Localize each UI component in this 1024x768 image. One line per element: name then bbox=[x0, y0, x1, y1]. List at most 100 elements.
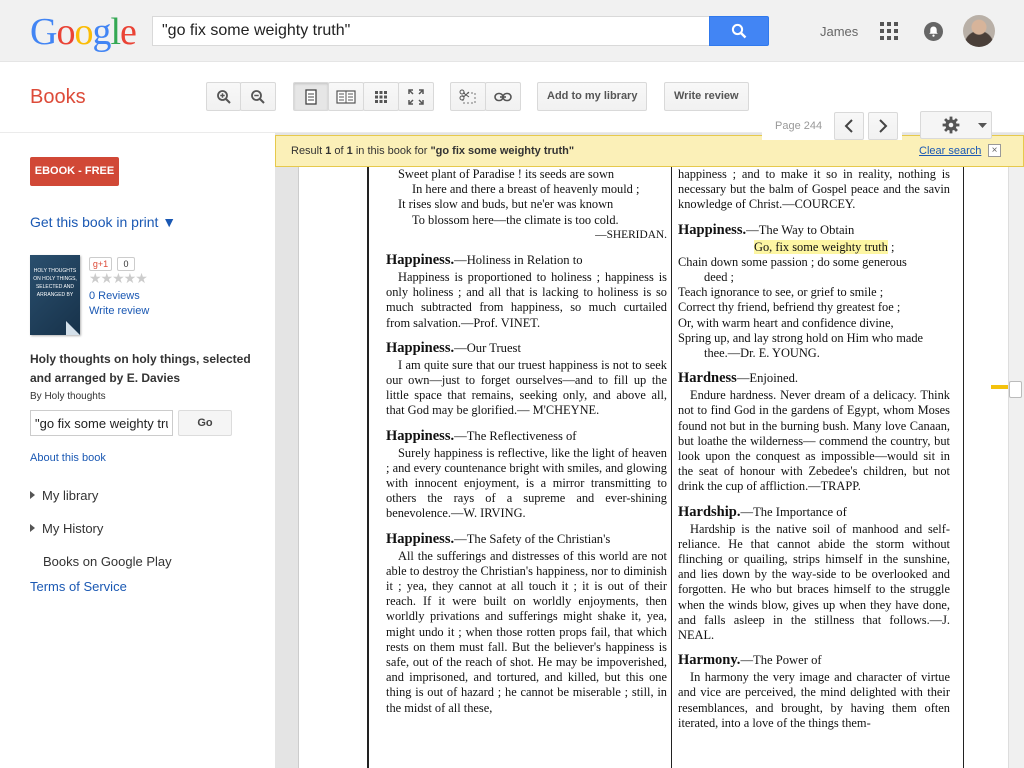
logo-letter: o bbox=[74, 11, 93, 53]
verse-line: Correct thy friend, befriend thy greates… bbox=[678, 300, 901, 315]
entry-subtitle: —The Reflectiveness of bbox=[454, 428, 577, 443]
entry-subtitle: —The Importance of bbox=[740, 504, 847, 519]
add-to-library-button[interactable]: Add to my library bbox=[537, 82, 648, 111]
rating-stars[interactable]: ★★★★★ bbox=[89, 270, 148, 287]
entry-keyword: Happiness. bbox=[386, 339, 455, 356]
cover-page-curl bbox=[66, 321, 80, 335]
verse-line: Go, fix some weighty truth ; bbox=[678, 239, 950, 255]
ebook-free-button[interactable]: EBOOK - FREE bbox=[30, 157, 119, 186]
chevron-right-icon bbox=[879, 119, 888, 133]
logo-letter: o bbox=[56, 11, 75, 53]
google-plus-one-button[interactable]: g+1 bbox=[89, 257, 112, 271]
entry-heading: Happiness.—The Safety of the Christian's bbox=[386, 530, 667, 549]
entry-paragraph: I am quite sure that our truest happines… bbox=[386, 357, 667, 418]
entry-heading: Happiness.—The Way to Obtain bbox=[678, 221, 950, 240]
result-middle: in this book for bbox=[352, 145, 431, 157]
search-in-book-input[interactable] bbox=[30, 410, 173, 436]
cover-text: HOLY THOUGHTS ON HOLY THINGS, SELECTED A… bbox=[33, 268, 77, 298]
entry-paragraph: All the sufferings and distresses of thi… bbox=[386, 548, 667, 715]
terms-of-service-link[interactable]: Terms of Service bbox=[30, 579, 127, 594]
two-page-view-button[interactable] bbox=[328, 82, 364, 111]
write-review-link[interactable]: Write review bbox=[89, 305, 149, 317]
next-page-button[interactable] bbox=[868, 112, 898, 140]
expand-arrow-icon bbox=[30, 491, 35, 499]
entry-keyword: Hardness bbox=[678, 370, 737, 387]
get-book-in-print-link[interactable]: Get this book in print ▼ bbox=[30, 214, 176, 230]
about-this-book-link[interactable]: About this book bbox=[30, 452, 106, 464]
page-rule-right bbox=[963, 167, 964, 768]
result-text: Result 1 of 1 in this book for "go fix s… bbox=[291, 145, 574, 157]
fullscreen-button[interactable] bbox=[398, 82, 434, 111]
sidebar-item-label: My library bbox=[42, 488, 99, 503]
single-page-view-button[interactable] bbox=[293, 82, 329, 111]
sidebar-item-my-library[interactable]: My library bbox=[30, 488, 98, 503]
write-review-button[interactable]: Write review bbox=[664, 82, 749, 111]
user-name[interactable]: James bbox=[820, 24, 858, 39]
entry-heading: Happiness.—The Reflectiveness of bbox=[386, 427, 667, 446]
entry-subtitle: —Holiness in Relation to bbox=[454, 253, 583, 268]
page-navigation: Page 244 bbox=[762, 112, 902, 140]
entry-subtitle: —The Safety of the Christian's bbox=[454, 531, 611, 546]
thumbnail-grid-icon bbox=[375, 90, 387, 103]
zoom-in-icon bbox=[216, 89, 231, 104]
book-cover[interactable]: HOLY THOUGHTS ON HOLY THINGS, SELECTED A… bbox=[30, 255, 80, 335]
scrollbar-thumb[interactable] bbox=[1009, 381, 1022, 398]
chevron-down-icon bbox=[978, 123, 987, 128]
fullscreen-icon bbox=[408, 88, 424, 105]
reviews-link[interactable]: 0 Reviews bbox=[89, 290, 140, 302]
page-rule-middle bbox=[671, 167, 672, 768]
verse-line: It rises slow and buds, but ne'er was kn… bbox=[398, 197, 614, 212]
notifications-icon[interactable] bbox=[924, 22, 943, 41]
google-logo[interactable]: Google bbox=[30, 11, 137, 53]
search-input[interactable] bbox=[152, 16, 710, 46]
entry-subtitle: —The Power of bbox=[740, 653, 822, 668]
result-query: "go fix some weighty truth" bbox=[430, 145, 575, 157]
entry-heading: Harmony.—The Power of bbox=[678, 651, 950, 670]
verse-line: Sweet plant of Paradise ! its seeds are … bbox=[398, 167, 615, 181]
thumbnail-view-button[interactable] bbox=[363, 82, 399, 111]
result-prefix: Result bbox=[291, 145, 326, 157]
entry-paragraph: Endure hardness. Never dream of a delica… bbox=[678, 388, 950, 494]
apps-grid-icon[interactable] bbox=[880, 22, 898, 40]
avatar[interactable] bbox=[963, 15, 995, 47]
expand-arrow-icon bbox=[30, 524, 35, 532]
zoom-in-button[interactable] bbox=[206, 82, 241, 111]
verse-line: Spring up, and lay strong hold on Him wh… bbox=[678, 330, 924, 345]
scrollbar[interactable] bbox=[1008, 167, 1024, 768]
entry-keyword: Happiness. bbox=[678, 221, 747, 238]
logo-letter: l bbox=[110, 11, 121, 53]
entry-keyword: Happiness. bbox=[386, 427, 455, 444]
close-icon[interactable]: × bbox=[988, 144, 1001, 157]
settings-button[interactable] bbox=[920, 111, 992, 139]
logo-letter: e bbox=[120, 11, 137, 53]
entry-paragraph: happiness ; and to make it so in reality… bbox=[678, 167, 950, 212]
sidebar-item-google-play[interactable]: Books on Google Play bbox=[30, 554, 172, 569]
entry-keyword: Harmony. bbox=[678, 652, 741, 669]
clip-button[interactable] bbox=[450, 82, 486, 111]
logo-letter: g bbox=[92, 11, 111, 53]
verse-line: To blossom here—the climate is too cold. bbox=[412, 212, 619, 227]
sidebar-item-label: My History bbox=[42, 521, 104, 536]
sidebar-item-my-history[interactable]: My History bbox=[30, 521, 103, 536]
book-title: Holy thoughts on holy things, selected a… bbox=[30, 352, 251, 385]
link-button[interactable] bbox=[485, 82, 521, 111]
page-number: Page 244 bbox=[775, 120, 823, 132]
clip-icon bbox=[459, 89, 476, 103]
search-button[interactable] bbox=[709, 16, 769, 46]
logo-letter: G bbox=[30, 11, 57, 53]
entry-subtitle: —The Way to Obtain bbox=[746, 222, 855, 237]
entry-keyword: Happiness. bbox=[386, 252, 455, 269]
result-of: of bbox=[331, 145, 347, 157]
verse-line: deed ; bbox=[704, 270, 734, 285]
entry-subtitle: —Enjoined. bbox=[736, 371, 799, 386]
go-button[interactable]: Go bbox=[178, 410, 232, 436]
entry-paragraph: Surely happiness is reflective, like the… bbox=[386, 445, 667, 521]
clear-search-link[interactable]: Clear search bbox=[919, 145, 981, 157]
entry-subtitle: —Our Truest bbox=[454, 340, 521, 355]
zoom-out-button[interactable] bbox=[240, 82, 276, 111]
previous-page-button[interactable] bbox=[834, 112, 864, 140]
section-title[interactable]: Books bbox=[30, 86, 86, 109]
scan-column-left: Sweet plant of Paradise ! its seeds are … bbox=[386, 167, 667, 716]
scan-column-right: happiness ; and to make it so in reality… bbox=[678, 167, 950, 731]
verse-line: thee.—Dr. E. YOUNG. bbox=[704, 346, 820, 361]
